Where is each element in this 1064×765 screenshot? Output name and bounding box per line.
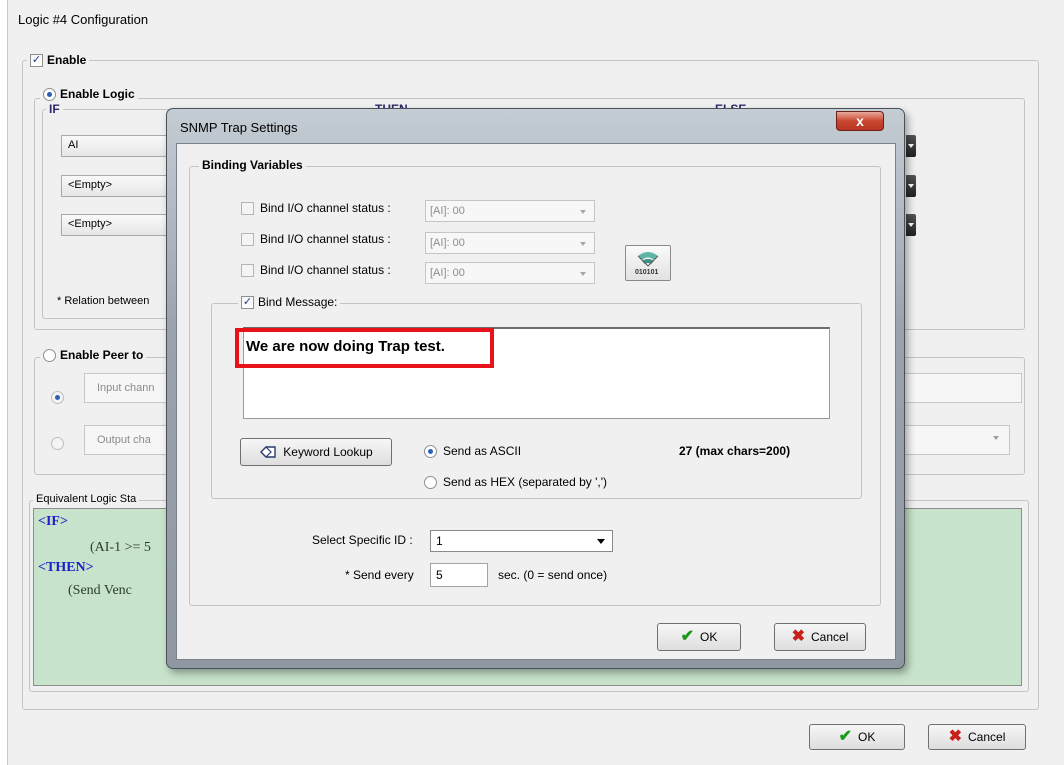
equivalent-if-tag: <IF> <box>38 514 68 529</box>
peer-radio[interactable] <box>43 348 56 362</box>
peer-label: Enable Peer to <box>60 348 144 362</box>
send-ascii-label: Send as ASCII <box>443 444 522 458</box>
else-combo-arrow-1[interactable] <box>906 135 916 157</box>
main-ok-button[interactable]: ✔ OK <box>809 724 905 750</box>
bind-message-label: Bind Message: <box>258 295 338 309</box>
dialog-cancel-label: Cancel <box>811 630 849 644</box>
dialog-close-button[interactable]: x <box>836 111 884 131</box>
enable-logic-radio[interactable] <box>43 87 56 101</box>
bind-io-row-2: Bind I/O channel status : <box>241 232 391 246</box>
keyword-lookup-button[interactable]: Keyword Lookup <box>240 438 392 466</box>
send-hex-radio[interactable] <box>424 475 437 489</box>
main-cancel-button[interactable]: ✖ Cancel <box>928 724 1026 750</box>
bind-io-combo-3: [AI]: 00 <box>425 262 595 284</box>
else-combo-arrow-2[interactable] <box>906 175 916 197</box>
dialog-ok-button[interactable]: ✔ OK <box>657 623 741 651</box>
bind-icon-text: 010101 <box>635 269 659 276</box>
equivalent-label: Equivalent Logic Sta <box>33 493 140 505</box>
send-every-input[interactable]: 5 <box>430 563 488 587</box>
enable-checkbox[interactable]: ✓ <box>30 53 43 67</box>
output-channel-radio <box>51 437 64 450</box>
equivalent-action: (Send Venc <box>68 583 132 598</box>
cancel-x-icon: ✖ <box>948 728 963 745</box>
equivalent-then-tag: <THEN> <box>38 560 94 575</box>
window-title: Logic #4 Configuration <box>18 12 149 27</box>
if-condition-combo-3[interactable]: <Empty> <box>61 214 181 236</box>
bind-io-row-1: Bind I/O channel status : <box>241 201 391 215</box>
keyword-lookup-label: Keyword Lookup <box>283 445 373 459</box>
send-every-unit: sec. (0 = send once) <box>498 568 608 582</box>
specific-id-select[interactable]: 1 <box>430 530 613 552</box>
if-condition-combo-1[interactable]: AI <box>61 135 181 157</box>
checkmark-icon: ✔ <box>838 728 853 745</box>
bind-io-checkbox-3[interactable] <box>241 263 254 277</box>
enable-logic-radio-row[interactable]: Enable Logic <box>40 87 138 101</box>
bind-io-row-3: Bind I/O channel status : <box>241 263 391 277</box>
send-ascii-radio[interactable] <box>424 444 437 458</box>
highlight-annotation-box <box>235 328 494 368</box>
main-ok-label: OK <box>858 730 876 744</box>
bind-io-combo-2: [AI]: 00 <box>425 232 595 254</box>
snmp-dialog-title: SNMP Trap Settings <box>180 120 298 135</box>
enable-label: Enable <box>47 53 87 67</box>
bind-message-row[interactable]: ✓ Bind Message: <box>238 295 341 309</box>
bind-io-icon-button[interactable]: 010101 <box>625 245 671 281</box>
dialog-cancel-button[interactable]: ✖ Cancel <box>774 623 866 651</box>
binding-variables-label: Binding Variables <box>199 158 306 172</box>
enable-checkbox-row[interactable]: ✓ Enable <box>27 53 90 67</box>
bind-message-checkbox[interactable]: ✓ <box>241 295 254 309</box>
dialog-ok-label: OK <box>700 630 718 644</box>
checkmark-icon: ✔ <box>680 628 695 645</box>
send-every-label: * Send every <box>345 568 414 582</box>
bind-io-label-3: Bind I/O channel status : <box>260 263 391 277</box>
eraser-tag-icon <box>260 446 276 458</box>
send-ascii-row[interactable]: Send as ASCII <box>424 444 521 458</box>
relation-note: * Relation between <box>57 295 150 307</box>
main-cancel-label: Cancel <box>968 730 1006 744</box>
output-channel-dropdown-arrow <box>993 436 999 440</box>
peer-radio-row[interactable]: Enable Peer to <box>40 348 147 362</box>
bind-io-checkbox-2[interactable] <box>241 232 254 246</box>
if-label: IF <box>46 102 63 116</box>
specific-id-label: Select Specific ID : <box>312 533 413 547</box>
send-hex-label: Send as HEX (separated by ',') <box>443 475 607 489</box>
char-count: 27 (max chars=200) <box>679 444 791 458</box>
enable-logic-label: Enable Logic <box>60 87 135 101</box>
else-combo-arrow-3[interactable] <box>906 214 916 236</box>
input-channel-radio <box>51 391 64 404</box>
equivalent-condition: (AI-1 >= 5 <box>90 540 151 555</box>
if-condition-combo-2[interactable]: <Empty> <box>61 175 181 197</box>
bind-io-label-1: Bind I/O channel status : <box>260 201 391 215</box>
bind-io-label-2: Bind I/O channel status : <box>260 232 391 246</box>
bind-io-combo-1: [AI]: 00 <box>425 200 595 222</box>
cancel-x-icon: ✖ <box>791 628 806 645</box>
left-edge-strip <box>0 0 8 765</box>
send-hex-row[interactable]: Send as HEX (separated by ',') <box>424 475 607 489</box>
close-icon: x <box>856 113 864 129</box>
bind-io-checkbox-1[interactable] <box>241 201 254 215</box>
